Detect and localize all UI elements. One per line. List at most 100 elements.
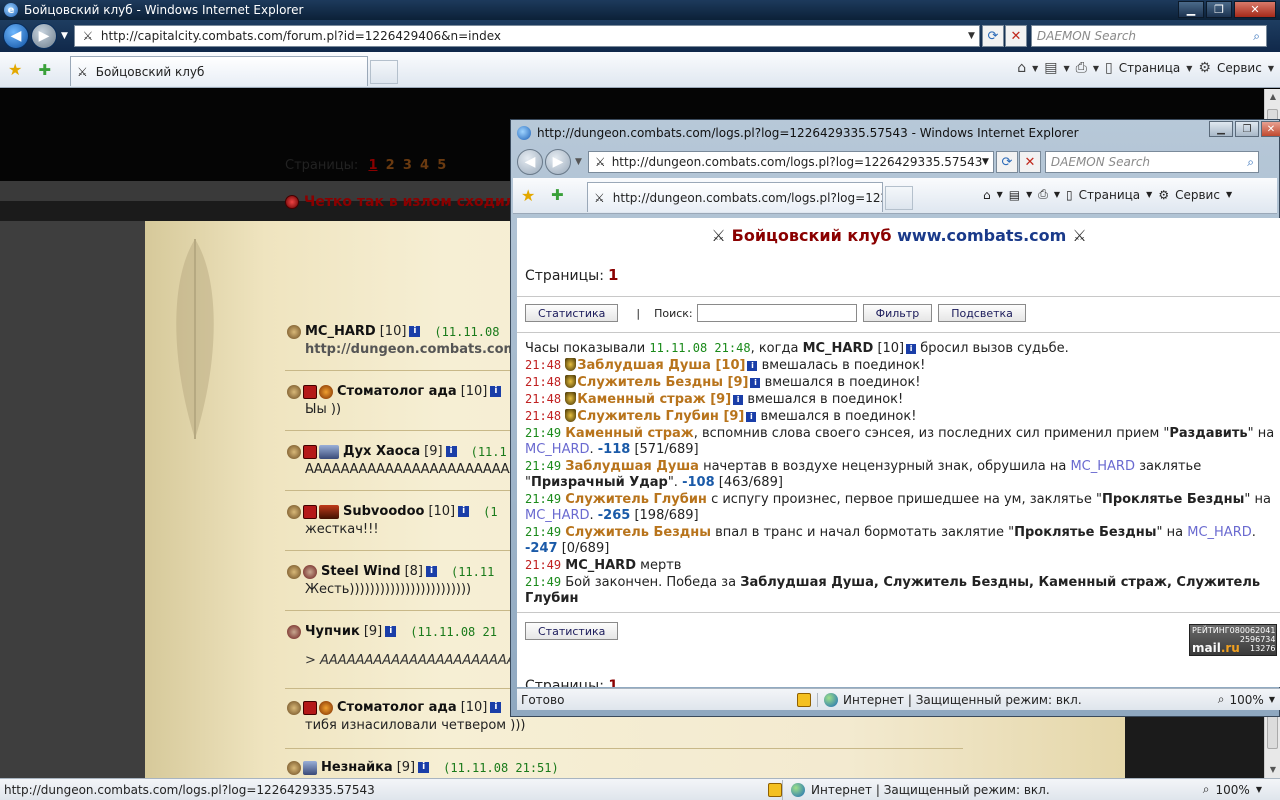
page-link-5[interactable]: 5	[437, 158, 446, 173]
security-zone[interactable]: Интернет | Защищенный режим: вкл.	[782, 779, 1050, 800]
player-name[interactable]: MC_HARD	[525, 442, 590, 457]
search-icon[interactable]: ⌕	[1247, 155, 1254, 170]
page-menu[interactable]: Страница	[1079, 188, 1141, 202]
bot-name[interactable]: Служитель Бездны	[565, 525, 711, 540]
player-name[interactable]: MC_HARD	[1187, 525, 1252, 540]
popup-minimize-button[interactable]: ▁	[1209, 121, 1233, 137]
bot-name[interactable]: Заблудшая Душа [10]	[577, 358, 745, 373]
favorites-star-icon[interactable]: ★	[521, 186, 535, 205]
zoom-chevron-icon[interactable]: ▼	[1256, 785, 1262, 794]
stats-button-bottom[interactable]: Статистика	[525, 622, 619, 640]
info-icon[interactable]: i	[409, 326, 421, 337]
popup-address-bar[interactable]: ⚔ http://dungeon.combats.com/logs.pl?log…	[587, 151, 994, 173]
page-chevron-icon[interactable]: ▼	[1186, 64, 1192, 73]
info-icon[interactable]: i	[445, 446, 457, 457]
info-icon[interactable]: i	[385, 626, 397, 637]
post-author[interactable]: Незнайка	[321, 760, 393, 775]
popup-search-input[interactable]: DAEMON Search ⌕	[1044, 151, 1259, 173]
player-name[interactable]: MC_HARD	[525, 508, 590, 523]
forward-button[interactable]: ▶	[31, 23, 57, 49]
info-icon[interactable]: i	[458, 506, 470, 517]
post-author[interactable]: Стоматолог ада	[337, 700, 457, 715]
post-author[interactable]: MC_HARD	[305, 324, 376, 339]
highlight-button[interactable]: Подсветка	[938, 304, 1026, 322]
post-author[interactable]: Steel Wind	[321, 564, 401, 579]
player-name[interactable]: MC_HARD	[565, 558, 636, 573]
maximize-button[interactable]: ❐	[1206, 1, 1232, 18]
search-input[interactable]: DAEMON Search ⌕	[1030, 25, 1267, 47]
post-author[interactable]: Чупчик	[305, 624, 360, 639]
zoom-chevron-icon[interactable]: ▼	[1269, 695, 1275, 704]
zoom-control[interactable]: ⌕ 100% ▼	[1203, 782, 1262, 797]
popup-close-button[interactable]: ✕	[1261, 121, 1280, 137]
history-chevron-icon[interactable]: ▼	[61, 31, 68, 41]
refresh-button[interactable]: ⟳	[981, 25, 1004, 47]
stats-button[interactable]: Статистика	[525, 304, 619, 322]
home-chevron-icon[interactable]: ▼	[997, 190, 1003, 199]
filter-button[interactable]: Фильтр	[862, 304, 933, 322]
info-icon[interactable]: i	[490, 702, 502, 713]
print-chevron-icon[interactable]: ▼	[1054, 190, 1060, 199]
new-tab-button[interactable]	[370, 60, 398, 84]
post-body[interactable]: http://dungeon.combats.com	[305, 342, 517, 357]
info-icon[interactable]: i	[733, 395, 744, 405]
address-dropdown-icon[interactable]: ▼	[968, 31, 975, 41]
info-icon[interactable]: i	[747, 361, 758, 371]
page-link-4[interactable]: 4	[420, 158, 429, 173]
home-icon[interactable]: ⌂	[1017, 60, 1026, 76]
print-icon[interactable]: ⎙	[1076, 60, 1087, 76]
back-button[interactable]: ◀	[3, 23, 29, 49]
home-chevron-icon[interactable]: ▼	[1032, 64, 1038, 73]
popup-address-text[interactable]: http://dungeon.combats.com/logs.pl?log=1…	[612, 155, 983, 169]
page-link-2[interactable]: 2	[386, 158, 395, 173]
print-chevron-icon[interactable]: ▼	[1093, 64, 1099, 73]
tab-forum[interactable]: ⚔ Бойцовский клуб	[70, 56, 368, 86]
feeds-chevron-icon[interactable]: ▼	[1026, 190, 1032, 199]
page-link-1[interactable]: 1	[608, 678, 618, 687]
feeds-chevron-icon[interactable]: ▼	[1064, 64, 1070, 73]
bot-name[interactable]: Служитель Глубин [9]	[577, 409, 744, 424]
bot-name[interactable]: Служитель Бездны [9]	[577, 375, 748, 390]
stop-button[interactable]: ✕	[1004, 25, 1027, 47]
post-author[interactable]: Дух Хаоса	[343, 444, 420, 459]
page-link-1[interactable]: 1	[608, 266, 618, 284]
log-search-input[interactable]	[696, 304, 857, 322]
player-name[interactable]: MC_HARD	[1070, 459, 1135, 474]
service-chevron-icon[interactable]: ▼	[1226, 190, 1232, 199]
page-link-1[interactable]: 1	[368, 158, 377, 173]
zoom-control[interactable]: ⌕ 100% ▼	[1218, 692, 1275, 707]
popup-forward-button[interactable]: ▶	[545, 149, 571, 175]
page-menu[interactable]: Страница	[1119, 61, 1181, 75]
popup-new-tab-button[interactable]	[885, 186, 913, 210]
post-author[interactable]: Subvoodoo	[343, 504, 424, 519]
bot-name[interactable]: Каменный страж	[565, 426, 693, 441]
feeds-icon[interactable]: ▤	[1009, 188, 1020, 202]
info-icon[interactable]: i	[418, 762, 430, 773]
popup-tab[interactable]: ⚔ http://dungeon.combats.com/logs.pl?log…	[587, 182, 883, 212]
print-icon[interactable]: ⎙	[1038, 187, 1048, 202]
home-icon[interactable]: ⌂	[983, 188, 991, 202]
service-menu[interactable]: Сервис	[1217, 61, 1262, 75]
address-bar[interactable]: ⚔ http://capitalcity.combats.com/forum.p…	[73, 25, 980, 47]
mailru-counter[interactable]: РЕЙТИНГ080062041 mail.ru 2596734 13276	[1189, 624, 1277, 656]
page-link-3[interactable]: 3	[403, 158, 412, 173]
post-author[interactable]: Стоматолог ада	[337, 384, 457, 399]
service-chevron-icon[interactable]: ▼	[1268, 64, 1274, 73]
address-dropdown-icon[interactable]: ▼	[982, 157, 989, 167]
service-menu[interactable]: Сервис	[1175, 188, 1220, 202]
popup-refresh-button[interactable]: ⟳	[995, 151, 1018, 173]
info-icon[interactable]: i	[490, 386, 502, 397]
bot-name[interactable]: Заблудшая Душа	[565, 459, 699, 474]
popup-stop-button[interactable]: ✕	[1018, 151, 1041, 173]
minimize-button[interactable]: ▁	[1178, 1, 1204, 18]
info-icon[interactable]: i	[425, 566, 437, 577]
close-button[interactable]: ✕	[1234, 1, 1276, 18]
add-favorite-icon[interactable]: ✚	[551, 186, 564, 204]
popup-back-button[interactable]: ◀	[517, 149, 543, 175]
add-favorite-icon[interactable]: ✚	[38, 61, 51, 79]
page-chevron-icon[interactable]: ▼	[1146, 190, 1152, 199]
info-icon[interactable]: i	[746, 412, 757, 422]
bot-name[interactable]: Служитель Глубин	[565, 492, 707, 507]
popup-maximize-button[interactable]: ❐	[1235, 121, 1259, 137]
brand-site-link[interactable]: www.combats.com	[897, 226, 1066, 245]
